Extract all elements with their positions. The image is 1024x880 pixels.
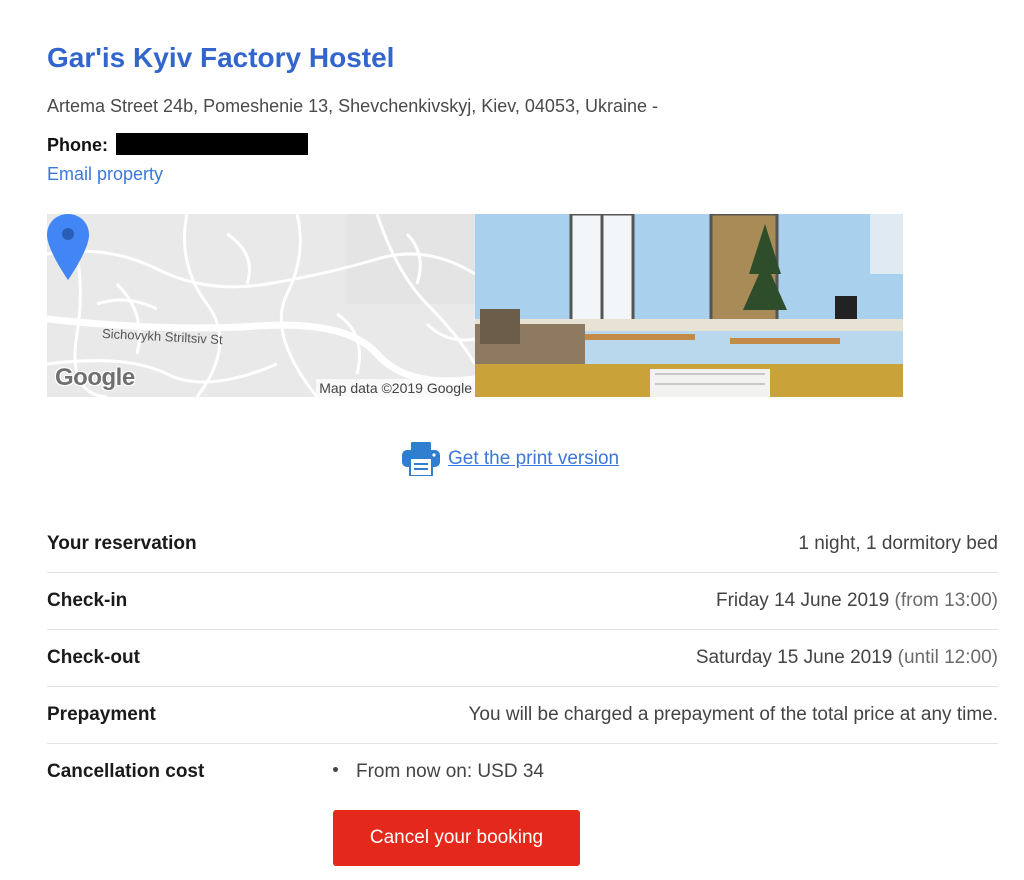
check-out-time: (until 12:00): [897, 647, 998, 668]
row-check-in: Check-in Friday 14 June 2019 (from 13:00…: [47, 573, 998, 630]
check-in-date: Friday 14 June 2019: [716, 590, 890, 611]
row-value: 1 night, 1 dormitory bed: [798, 533, 998, 554]
print-version-link[interactable]: Get the print version: [448, 448, 619, 470]
row-value: Saturday 15 June 2019 (until 12:00): [696, 647, 998, 669]
row-label: Your reservation: [47, 533, 197, 554]
row-value: Friday 14 June 2019 (from 13:00): [716, 590, 998, 612]
map-attribution: Map data ©2019 Google: [316, 379, 475, 397]
printer-icon[interactable]: [402, 442, 440, 476]
bullet-icon: [333, 767, 338, 773]
property-media: Sichovykh Striltsiv St Google Map data ©…: [47, 214, 903, 397]
location-map[interactable]: Sichovykh Striltsiv St Google Map data ©…: [47, 214, 475, 397]
row-label: Cancellation cost: [47, 761, 205, 782]
map-pin-icon[interactable]: [47, 214, 89, 280]
row-your-reservation: Your reservation 1 night, 1 dormitory be…: [47, 516, 998, 573]
row-value: You will be charged a prepayment of the …: [468, 704, 999, 725]
row-prepayment: Prepayment You will be charged a prepaym…: [47, 687, 998, 744]
cancel-booking-button[interactable]: Cancel your booking: [333, 810, 580, 866]
row-label: Check-in: [47, 590, 128, 611]
row-check-out: Check-out Saturday 15 June 2019 (until 1…: [47, 630, 998, 687]
property-address: Artema Street 24b, Pomeshenie 13, Shevch…: [47, 96, 658, 116]
reservation-details: Your reservation 1 night, 1 dormitory be…: [47, 516, 998, 800]
print-version-row: Get the print version: [402, 442, 619, 476]
row-label: Prepayment: [47, 704, 156, 725]
check-in-time: (from 13:00): [894, 590, 998, 611]
row-cancellation-cost: Cancellation cost From now on: USD 34: [47, 744, 998, 800]
phone-redacted: [116, 133, 308, 155]
email-property-link[interactable]: Email property: [47, 164, 163, 185]
hostel-photo-image: [475, 214, 903, 397]
row-label: Check-out: [47, 647, 140, 668]
check-out-date: Saturday 15 June 2019: [695, 647, 893, 668]
property-title: Gar'is Kyiv Factory Hostel: [47, 42, 395, 73]
google-logo: Google: [55, 364, 135, 391]
phone-label: Phone:: [47, 135, 108, 155]
phone-line: Phone:: [47, 133, 308, 156]
property-photo[interactable]: [475, 214, 903, 397]
cancellation-item: From now on: USD 34: [333, 761, 544, 783]
